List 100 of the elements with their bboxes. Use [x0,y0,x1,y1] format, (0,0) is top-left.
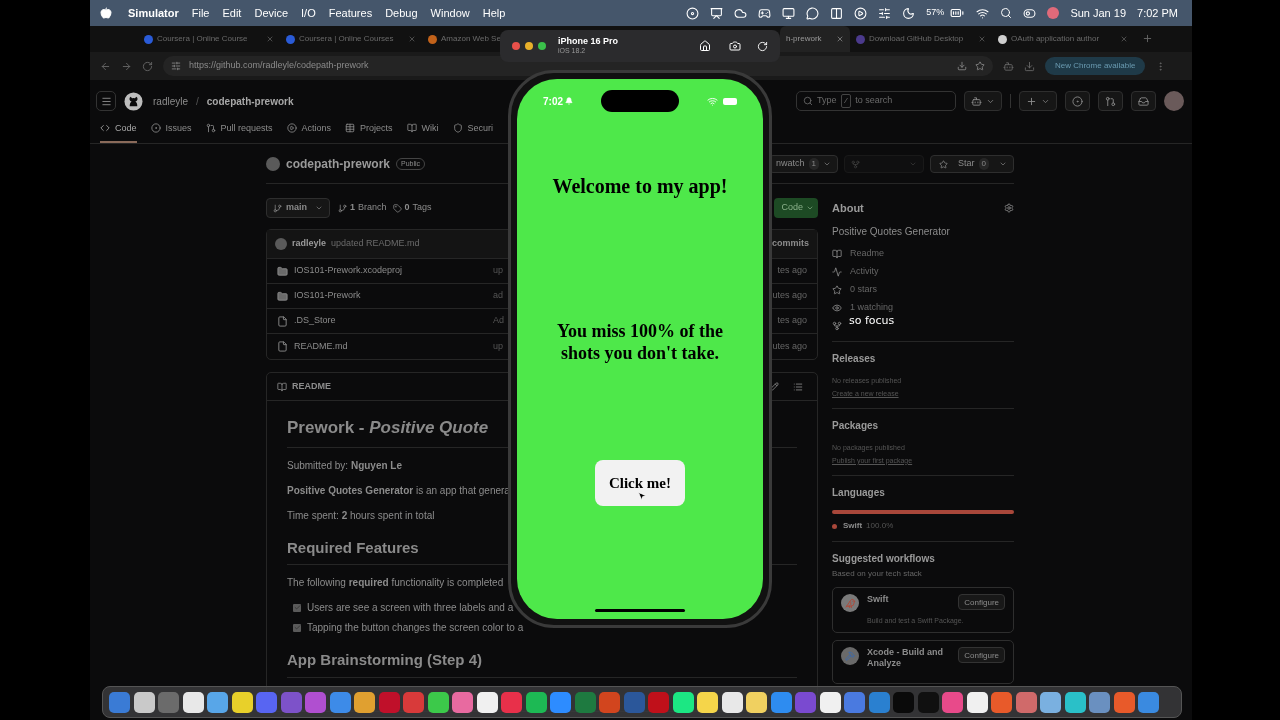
app-icon[interactable] [476,691,498,713]
apple-icon[interactable] [100,7,112,19]
configure-button[interactable]: Configure [958,594,1005,610]
cloud-icon[interactable] [734,6,748,20]
app-icon[interactable] [721,691,743,713]
reload-icon[interactable] [142,60,153,72]
repo-link[interactable]: codepath-prework [206,93,294,109]
file-name[interactable]: README.md [294,339,493,354]
copilot-button[interactable] [964,91,1002,111]
app-icon[interactable] [1064,691,1086,713]
install-icon[interactable] [957,61,967,71]
app-icon[interactable] [819,691,841,713]
menu-item[interactable]: Device [254,4,289,22]
commit-author[interactable]: radleyle [292,237,327,251]
menu-item[interactable]: Help [482,4,506,22]
close-icon[interactable] [978,35,986,43]
tags-link[interactable]: 0 Tags [392,201,432,215]
app-icon[interactable] [1040,691,1061,713]
zoom-window-icon[interactable] [538,42,546,50]
close-icon[interactable] [408,35,416,43]
close-icon[interactable] [1120,35,1128,43]
app-icon[interactable] [182,691,204,713]
browser-tab[interactable]: Download GitHub Desktop [850,26,992,52]
play-icon[interactable] [854,6,868,20]
file-name[interactable]: IOS101-Prework [294,289,493,303]
menu-item[interactable]: Features [328,4,373,22]
wifi-icon[interactable] [976,6,990,20]
repo-tab[interactable]: Wiki [406,121,439,143]
app-icon[interactable] [966,691,988,713]
code-button[interactable]: Code [774,198,818,218]
repo-tab[interactable]: Issues [150,121,192,143]
menu-button[interactable] [96,91,116,111]
gamepad-icon[interactable] [758,6,772,20]
download-icon[interactable] [1024,60,1035,72]
menu-item[interactable]: File [191,4,210,22]
repo-tab[interactable]: Projects [345,121,393,143]
configure-button[interactable]: Configure [958,647,1005,663]
star-button[interactable]: Star 0 [930,155,1014,173]
branch-button[interactable]: main [266,198,330,218]
rotate-icon[interactable] [757,40,768,52]
file-name[interactable]: .DS_Store [294,314,493,328]
menu-item[interactable]: I/O [301,4,316,22]
repo-tab[interactable]: Code [100,121,137,143]
app-icon[interactable] [746,691,767,713]
about-link[interactable]: Readme [850,246,885,261]
site-settings-icon[interactable] [171,61,181,71]
about-link[interactable]: 0 stars [850,282,877,297]
menu-item[interactable]: Window [430,4,470,22]
moon-icon[interactable] [902,6,916,20]
close-window-icon[interactable] [512,42,520,50]
app-icon[interactable] [525,691,547,713]
app-icon[interactable] [133,691,155,713]
control-center-icon[interactable] [1023,6,1037,20]
language-name[interactable]: Swift [843,520,863,532]
app-icon[interactable] [672,691,694,713]
app-icon[interactable] [354,691,375,713]
menu-app-name[interactable]: Simulator [128,4,179,22]
browser-tab[interactable]: Coursera | Online Courses [280,26,422,52]
app-icon[interactable] [231,691,253,713]
app-icon[interactable] [697,691,718,713]
browser-tab[interactable]: Amazon Web Se [422,26,500,52]
repo-tab[interactable]: Securi [452,121,494,143]
owner-link[interactable]: radleyle [153,93,189,109]
pull-requests-button[interactable] [1098,91,1123,111]
search-field[interactable]: Type / to search [796,91,956,111]
update-chrome-button[interactable]: New Chrome available [1045,57,1146,75]
create-button[interactable] [1019,91,1057,111]
browser-tab[interactable]: h-prework [780,26,850,52]
monitor-icon[interactable] [782,6,796,20]
back-icon[interactable] [100,60,111,72]
home-icon[interactable] [699,40,711,52]
presentation-icon[interactable] [710,6,724,20]
repo-tab[interactable]: Actions [286,121,332,143]
file-name[interactable]: IOS101-Prework.xcodeproj [294,264,493,278]
commits-link[interactable]: commits [772,237,809,251]
forward-icon[interactable] [121,60,132,72]
avatar-icon[interactable] [1164,91,1184,111]
outline-icon[interactable] [793,381,803,392]
user-avatar-icon[interactable] [1047,7,1060,19]
about-link[interactable]: 1 watching [850,300,894,315]
close-icon[interactable] [266,35,274,43]
menu-date[interactable]: Sun Jan 19 [1070,4,1127,22]
readme-tab[interactable]: README [277,379,331,394]
watch-button[interactable]: nwatch 1 [769,155,838,173]
app-icon[interactable] [427,691,449,713]
disc-icon[interactable] [686,6,700,20]
github-logo-icon[interactable] [124,91,143,111]
issues-button[interactable] [1065,91,1090,111]
message-icon[interactable] [806,6,820,20]
menu-time[interactable]: 7:02 PM [1137,4,1178,22]
commit-message[interactable]: updated README.md [331,237,420,251]
browser-tab[interactable]: OAuth application author [992,26,1134,52]
browser-tab[interactable]: Coursera | Online Course [138,26,280,52]
settings-icon[interactable] [1004,203,1014,213]
close-icon[interactable] [836,35,844,43]
battery-icon[interactable] [949,6,966,20]
camera-icon[interactable] [729,40,741,52]
inbox-button[interactable] [1131,91,1156,111]
app-icon[interactable] [207,691,228,713]
repo-tab[interactable]: Pull requests [205,121,273,143]
